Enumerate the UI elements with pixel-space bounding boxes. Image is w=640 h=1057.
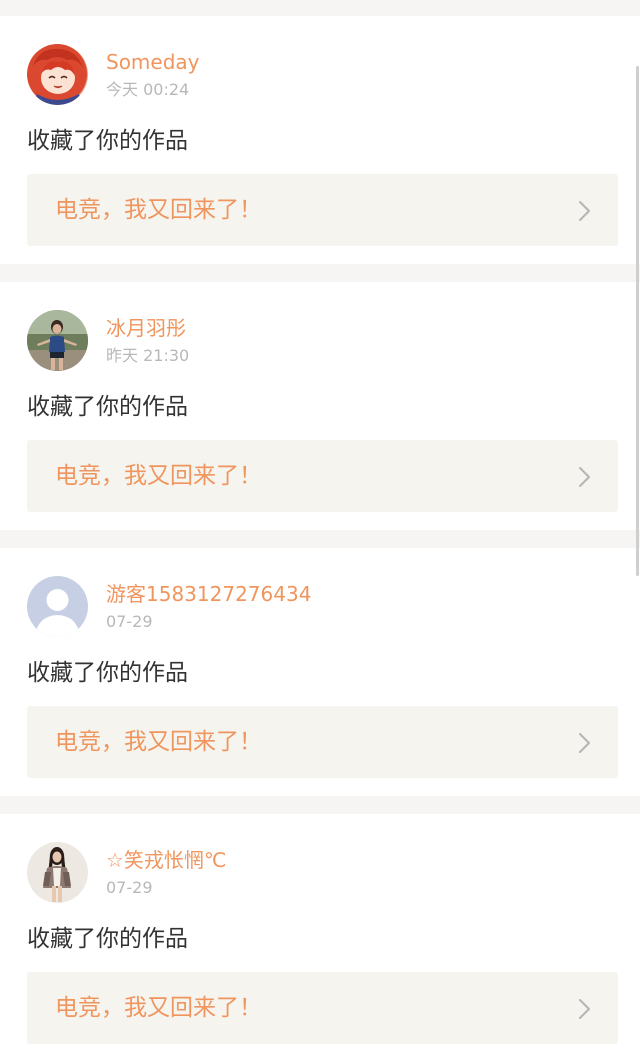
- notification-feed: Someday 今天 00:24 收藏了你的作品 电竞，我又回来了！ 冰月羽彤 …: [0, 0, 640, 1057]
- chevron-right-icon: [579, 999, 590, 1019]
- default-user-avatar-icon[interactable]: [27, 576, 88, 637]
- anime-girl-avatar-icon[interactable]: [27, 44, 88, 105]
- chevron-right-icon: [579, 733, 590, 753]
- work-title: 电竞，我又回来了！: [55, 463, 262, 489]
- timestamp: 07-29: [106, 878, 153, 897]
- username[interactable]: 游客1583127276434: [106, 582, 311, 606]
- person-photo-avatar-icon[interactable]: [27, 310, 88, 371]
- chevron-right-icon: [579, 201, 590, 221]
- woman-photo-avatar-icon[interactable]: [27, 842, 88, 903]
- work-link[interactable]: 电竞，我又回来了！: [27, 174, 618, 246]
- work-link[interactable]: 电竞，我又回来了！: [27, 706, 618, 778]
- chevron-right-icon: [579, 467, 590, 487]
- username[interactable]: ☆笑戎怅惘℃: [106, 848, 226, 872]
- notification-card: ☆笑戎怅惘℃ 07-29 收藏了你的作品 电竞，我又回来了！: [0, 814, 640, 1057]
- work-title: 电竞，我又回来了！: [55, 995, 262, 1021]
- notification-card: 冰月羽彤 昨天 21:30 收藏了你的作品 电竞，我又回来了！: [0, 282, 640, 530]
- work-title: 电竞，我又回来了！: [55, 197, 262, 223]
- scrollbar[interactable]: [636, 66, 639, 576]
- action-text: 收藏了你的作品: [27, 128, 188, 154]
- timestamp: 今天 00:24: [106, 80, 190, 99]
- work-title: 电竞，我又回来了！: [55, 729, 262, 755]
- work-link[interactable]: 电竞，我又回来了！: [27, 440, 618, 512]
- action-text: 收藏了你的作品: [27, 394, 188, 420]
- action-text: 收藏了你的作品: [27, 660, 188, 686]
- username[interactable]: 冰月羽彤: [106, 316, 186, 340]
- username[interactable]: Someday: [106, 50, 200, 74]
- work-link[interactable]: 电竞，我又回来了！: [27, 972, 618, 1044]
- timestamp: 07-29: [106, 612, 153, 631]
- action-text: 收藏了你的作品: [27, 926, 188, 952]
- timestamp: 昨天 21:30: [106, 346, 190, 365]
- notification-card: 游客1583127276434 07-29 收藏了你的作品 电竞，我又回来了！: [0, 548, 640, 796]
- notification-card: Someday 今天 00:24 收藏了你的作品 电竞，我又回来了！: [0, 16, 640, 264]
